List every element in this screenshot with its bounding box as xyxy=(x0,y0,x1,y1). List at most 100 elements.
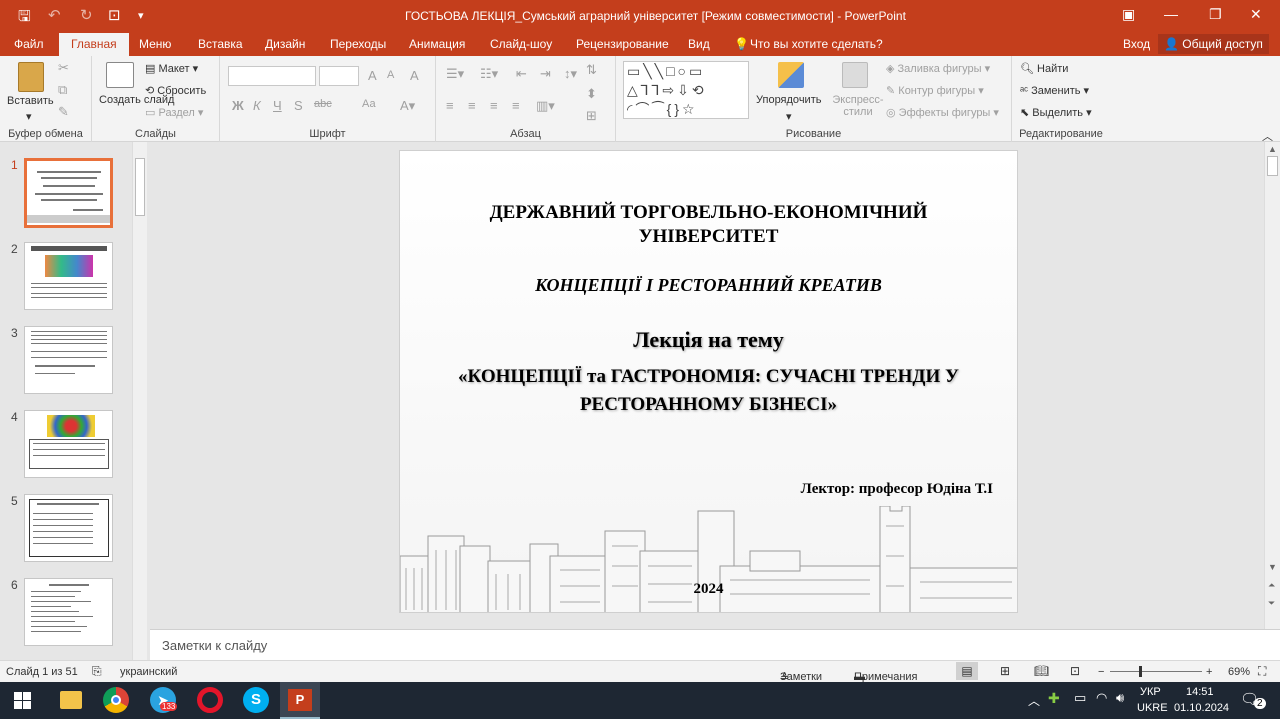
lecturer-name[interactable]: Лектор: професор Юдіна Т.І xyxy=(801,481,993,498)
maximize-button[interactable]: ❐ xyxy=(1209,6,1222,23)
thumbnail-slide-3[interactable] xyxy=(24,326,113,394)
lecture-topic[interactable]: «КОНЦЕПЦІЇ та ГАСТРОНОМІЯ: СУЧАСНІ ТРЕНД… xyxy=(420,363,997,419)
change-case-button[interactable]: Аа xyxy=(362,98,376,110)
cut-icon[interactable]: ✂ xyxy=(58,60,69,76)
zoom-in-button[interactable]: + xyxy=(1206,666,1212,678)
tab-design[interactable]: Дизайн xyxy=(265,37,305,51)
columns-icon[interactable]: ▥▾ xyxy=(536,98,555,114)
start-slideshow-icon[interactable]: ⊡ xyxy=(108,6,121,24)
reading-view-icon[interactable]: 📖︎ xyxy=(1034,664,1049,678)
scroll-thumb[interactable] xyxy=(135,158,145,216)
justify-icon[interactable]: ≡ xyxy=(512,98,520,113)
next-slide-icon[interactable]: ⏷ xyxy=(1268,598,1275,609)
align-right-icon[interactable]: ≡ xyxy=(490,98,498,113)
minimize-button[interactable]: — xyxy=(1164,6,1178,22)
slide-scrollbar[interactable]: ▲ ▼ ⏶ ⏷ xyxy=(1264,142,1280,629)
tab-animation[interactable]: Анимация xyxy=(409,37,465,51)
prev-slide-icon[interactable]: ⏶ xyxy=(1268,580,1275,591)
find-button[interactable]: 🔍︎ Найти xyxy=(1020,62,1068,75)
reset-button[interactable]: ⟲ Сбросить xyxy=(145,84,206,97)
new-slide-icon[interactable] xyxy=(106,62,134,88)
strikethrough-button[interactable]: abc xyxy=(314,98,332,110)
share-button[interactable]: 👤 Общий доступ xyxy=(1158,34,1269,54)
increase-indent-icon[interactable]: ⇥ xyxy=(540,66,551,82)
arrange-button[interactable]: Упорядочить xyxy=(756,94,821,106)
normal-view-icon[interactable]: ▤ xyxy=(956,662,978,680)
slideshow-view-icon[interactable]: ⊡ xyxy=(1070,664,1080,678)
slide-canvas[interactable]: ДЕРЖАВНИЙ ТОРГОВЕЛЬНО-ЕКОНОМІЧНИЙ УНІВЕР… xyxy=(399,150,1018,613)
thumbnail-slide-4[interactable] xyxy=(24,410,113,478)
skype-icon[interactable]: S xyxy=(243,687,269,713)
tab-insert[interactable]: Вставка xyxy=(198,37,243,51)
copy-icon[interactable]: ⧉ xyxy=(58,82,67,98)
bold-button[interactable]: Ж xyxy=(232,98,244,113)
opera-icon[interactable] xyxy=(197,687,223,713)
course-title[interactable]: КОНЦЕПЦІЇ І РЕСТОРАННИЙ КРЕАТИВ xyxy=(400,275,1017,296)
font-name-input[interactable] xyxy=(228,66,316,86)
font-size-input[interactable] xyxy=(319,66,359,86)
thumbnail-slide-1[interactable] xyxy=(24,158,113,228)
scroll-up-icon[interactable]: ▲ xyxy=(1268,144,1277,154)
font-color-icon[interactable]: A▾ xyxy=(400,98,415,114)
tab-review[interactable]: Рецензирование xyxy=(576,37,669,51)
shape-fill-button[interactable]: ◈ Заливка фигуры ▾ xyxy=(886,62,990,75)
show-hidden-icons[interactable]: ︿ xyxy=(1028,692,1040,709)
zoom-slider[interactable] xyxy=(1110,671,1202,672)
ribbon-display-icon[interactable]: ▣ xyxy=(1122,6,1135,23)
clock-time[interactable]: 14:51 xyxy=(1186,686,1214,698)
save-icon[interactable]: 🖫 xyxy=(18,6,31,31)
volume-icon[interactable]: 🔊︎ xyxy=(1116,690,1124,706)
line-spacing-icon[interactable]: ↕▾ xyxy=(564,66,577,82)
decrease-indent-icon[interactable]: ⇤ xyxy=(516,66,527,82)
smartart-icon[interactable]: ⊞ xyxy=(586,108,597,124)
replace-button[interactable]: ᵃᶜ Заменить ▾ xyxy=(1020,84,1089,97)
arrange-dropdown-icon[interactable]: ▾ xyxy=(786,110,792,123)
bullets-icon[interactable]: ☰▾ xyxy=(446,66,464,82)
arrange-icon[interactable] xyxy=(778,62,804,88)
thumbnail-pane[interactable]: 1 2 3 4 5 6 xyxy=(0,142,148,660)
year-label[interactable]: 2024 xyxy=(400,581,1017,598)
thumbnail-slide-2[interactable] xyxy=(24,242,113,310)
tab-view[interactable]: Вид xyxy=(688,37,710,51)
quick-styles-button[interactable]: Экспресс-стили xyxy=(828,94,888,118)
tab-file[interactable]: Файл xyxy=(14,37,44,51)
section-button[interactable]: ▭ Раздел ▾ xyxy=(145,106,203,119)
thumbnail-slide-5[interactable] xyxy=(24,494,113,562)
battery-icon[interactable]: ▭ xyxy=(1074,690,1086,706)
italic-button[interactable]: К xyxy=(253,98,261,113)
paste-button[interactable]: Вставить xyxy=(7,95,54,107)
fit-slide-icon[interactable]: ⛶ xyxy=(1258,664,1266,679)
scroll-down-icon[interactable]: ▼ xyxy=(1268,562,1277,572)
grow-font-icon[interactable]: A xyxy=(368,68,377,83)
university-title[interactable]: ДЕРЖАВНИЙ ТОРГОВЕЛЬНО-ЕКОНОМІЧНИЙ УНІВЕР… xyxy=(440,201,977,249)
numbering-icon[interactable]: ☷▾ xyxy=(480,66,498,82)
shadow-button[interactable]: S xyxy=(294,98,303,113)
close-button[interactable]: ✕ xyxy=(1250,6,1262,23)
select-button[interactable]: ⬉ Выделить ▾ xyxy=(1020,106,1092,119)
language-indicator[interactable]: украинский xyxy=(120,666,177,678)
thumbnail-slide-6[interactable] xyxy=(24,578,113,646)
chrome-icon[interactable] xyxy=(103,687,129,713)
zoom-out-button[interactable]: − xyxy=(1098,666,1104,678)
slide-scroll-thumb[interactable] xyxy=(1267,156,1278,176)
tab-home[interactable]: Главная xyxy=(59,33,129,56)
notes-pane[interactable]: Заметки к слайду xyxy=(150,629,1280,660)
spellcheck-icon[interactable]: ⎘ xyxy=(92,664,102,679)
keyboard-layout[interactable]: UKRE xyxy=(1137,702,1168,714)
thumbnail-scrollbar[interactable] xyxy=(132,142,147,660)
paste-dropdown-icon[interactable]: ▾ xyxy=(26,110,32,123)
shape-effects-button[interactable]: ◎ Эффекты фигуры ▾ xyxy=(886,106,999,119)
shapes-gallery[interactable]: ▭╲╲□○▭ △⅂⅂⇨⇩⟲ ◜⌒⁀{}☆ xyxy=(623,61,749,119)
file-explorer-icon[interactable] xyxy=(60,691,82,709)
tab-transitions[interactable]: Переходы xyxy=(330,37,386,51)
text-direction-icon[interactable]: ⇅ xyxy=(586,62,597,78)
powerpoint-taskbar-item[interactable]: P xyxy=(280,682,320,719)
quick-styles-icon[interactable] xyxy=(842,62,868,88)
signin-link[interactable]: Вход xyxy=(1123,37,1150,51)
lecture-heading[interactable]: Лекція на тему xyxy=(400,327,1017,353)
align-left-icon[interactable]: ≡ xyxy=(446,98,454,113)
format-painter-icon[interactable]: ✎ xyxy=(58,104,69,120)
layout-button[interactable]: ▤ Макет ▾ xyxy=(145,62,198,75)
customize-toolbar-icon[interactable]: ▾ xyxy=(138,9,144,22)
shape-outline-button[interactable]: ✎ Контур фигуры ▾ xyxy=(886,84,984,97)
